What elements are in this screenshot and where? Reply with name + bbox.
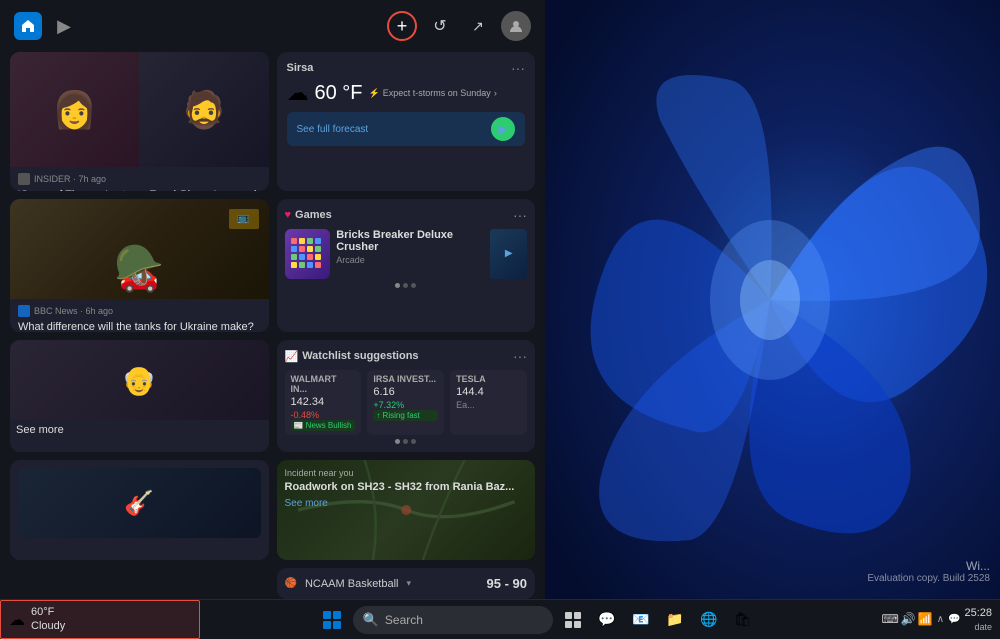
weather-alert: ⚡ Expect t-storms on Sunday › (369, 88, 497, 99)
taskbar-weather[interactable]: ☁ 60°F Cloudy (0, 600, 200, 639)
incident-title: Incident near you (285, 468, 528, 478)
taskbar-weather-icon: ☁ (9, 610, 25, 630)
incident-text: Roadwork on SH23 - SH32 from Rania Baz..… (285, 480, 528, 494)
stock-tesla[interactable]: TESLA 144.4 Ea... (450, 370, 527, 435)
chevron-up-icon[interactable]: ∧ (937, 614, 944, 625)
games-dot-2 (403, 283, 408, 288)
widget-content: 👩 🧔 INSIDER · 7h ago 'Game of Thrones' a… (0, 52, 545, 599)
games-dot-1 (395, 283, 400, 288)
taskbar-icon-edge[interactable]: 🌐 (695, 606, 723, 634)
refresh-button[interactable]: ↺ (425, 11, 455, 41)
basketball-title: NCAAM Basketball (305, 578, 399, 590)
notification-icon[interactable]: 💬 (948, 614, 960, 625)
start-button[interactable] (317, 605, 347, 635)
search-icon: 🔍 (363, 612, 379, 628)
widget-header: ▶ + ↺ ↗ (0, 0, 545, 52)
games-title: ♥ Games (285, 209, 332, 221)
games-dot-3 (411, 283, 416, 288)
news-card-4[interactable]: 🎸 (10, 460, 269, 560)
taskbar-icon-task-view[interactable] (559, 606, 587, 634)
basketball-card[interactable]: 🏀 NCAAM Basketball ▾ 95 - 90 (277, 568, 536, 599)
add-widget-button[interactable]: + (387, 11, 417, 41)
watchlist-dots[interactable]: ··· (513, 348, 527, 364)
games-dots[interactable]: ··· (513, 207, 527, 223)
stock-irsa[interactable]: IRSA INVEST... 6.16 +7.32% ↑ Rising fast (367, 370, 444, 435)
news-play-icon[interactable]: ▶ (50, 12, 78, 40)
news-card-2[interactable]: 🚗 📺 BBC News · 6h ago What difference wi… (10, 199, 269, 333)
taskbar-time[interactable]: 25:28 date (964, 606, 992, 634)
basketball-score: 95 - 90 (487, 576, 527, 591)
forecast-go-icon: ▶ (491, 117, 515, 141)
forecast-button[interactable]: See full forecast ▶ (287, 112, 526, 146)
taskbar-icon-chat[interactable]: 💬 (593, 606, 621, 634)
windows-logo (323, 611, 341, 629)
user-avatar[interactable] (501, 11, 531, 41)
volume-icon[interactable]: 🔊 (901, 612, 916, 626)
news1-source: INSIDER · 7h ago (18, 173, 261, 185)
weather-temp: 60 °F (315, 82, 363, 105)
keyboard-icon[interactable]: ⌨ (881, 612, 898, 626)
watchlist-title: 📈 Watchlist suggestions (285, 350, 419, 363)
wallpaper: geekermag.com geekermag.com geekermag.co… (540, 0, 1000, 599)
map-card[interactable]: Incident near you Roadwork on SH23 - SH3… (277, 460, 536, 560)
weather-card[interactable]: Sirsa ··· ☁ 60 °F ⚡ Expect t-storms on S… (277, 52, 536, 191)
desktop: geekermag.com geekermag.com geekermag.co… (0, 0, 1000, 639)
expand-button[interactable]: ↗ (463, 11, 493, 41)
stock-walmart[interactable]: WALMART IN... 142.34 -0.48% 📰 News Bulli… (285, 370, 362, 435)
news2-source: BBC News · 6h ago (18, 305, 261, 317)
widget-panel: ▶ + ↺ ↗ 👩 🧔 (0, 0, 545, 599)
games-card[interactable]: ♥ Games ··· (277, 199, 536, 333)
search-bar[interactable]: 🔍 Search (353, 606, 553, 634)
news2-title: What difference will the tanks for Ukrai… (18, 320, 261, 333)
taskbar: ☁ 60°F Cloudy 🔍 Search (0, 599, 1000, 639)
network-icon[interactable]: 📶 (918, 612, 933, 626)
watchlist-card: 📈 Watchlist suggestions ··· WALMART IN..… (277, 340, 536, 452)
news-card-1[interactable]: 👩 🧔 INSIDER · 7h ago 'Game of Thrones' a… (10, 52, 269, 191)
taskbar-icon-store[interactable]: 🛍 (729, 606, 757, 634)
game-name: Bricks Breaker Deluxe Crusher (336, 229, 484, 253)
see-more-link[interactable]: See more (285, 498, 528, 509)
weather-cloud-icon: ☁ (287, 80, 309, 106)
news-card-3[interactable]: 👴 See more (10, 340, 269, 452)
home-icon[interactable] (14, 12, 42, 40)
weather-location: Sirsa (287, 62, 314, 74)
game-icon (285, 229, 331, 279)
taskbar-center: 🔍 Search 💬 📧 📁 🌐 🛍 (200, 605, 873, 635)
taskbar-right: ⌨ 🔊 📶 ∧ 💬 25:28 date (873, 606, 1000, 634)
news1-title: 'Game of Thrones' actress Esmé Bianco's … (18, 188, 261, 191)
taskbar-icon-explorer[interactable]: 📁 (661, 606, 689, 634)
taskbar-icon-mail[interactable]: 📧 (627, 606, 655, 634)
taskbar-weather-text: 60°F Cloudy (31, 606, 65, 632)
weather-dots[interactable]: ··· (511, 60, 525, 76)
search-label: Search (385, 613, 423, 627)
